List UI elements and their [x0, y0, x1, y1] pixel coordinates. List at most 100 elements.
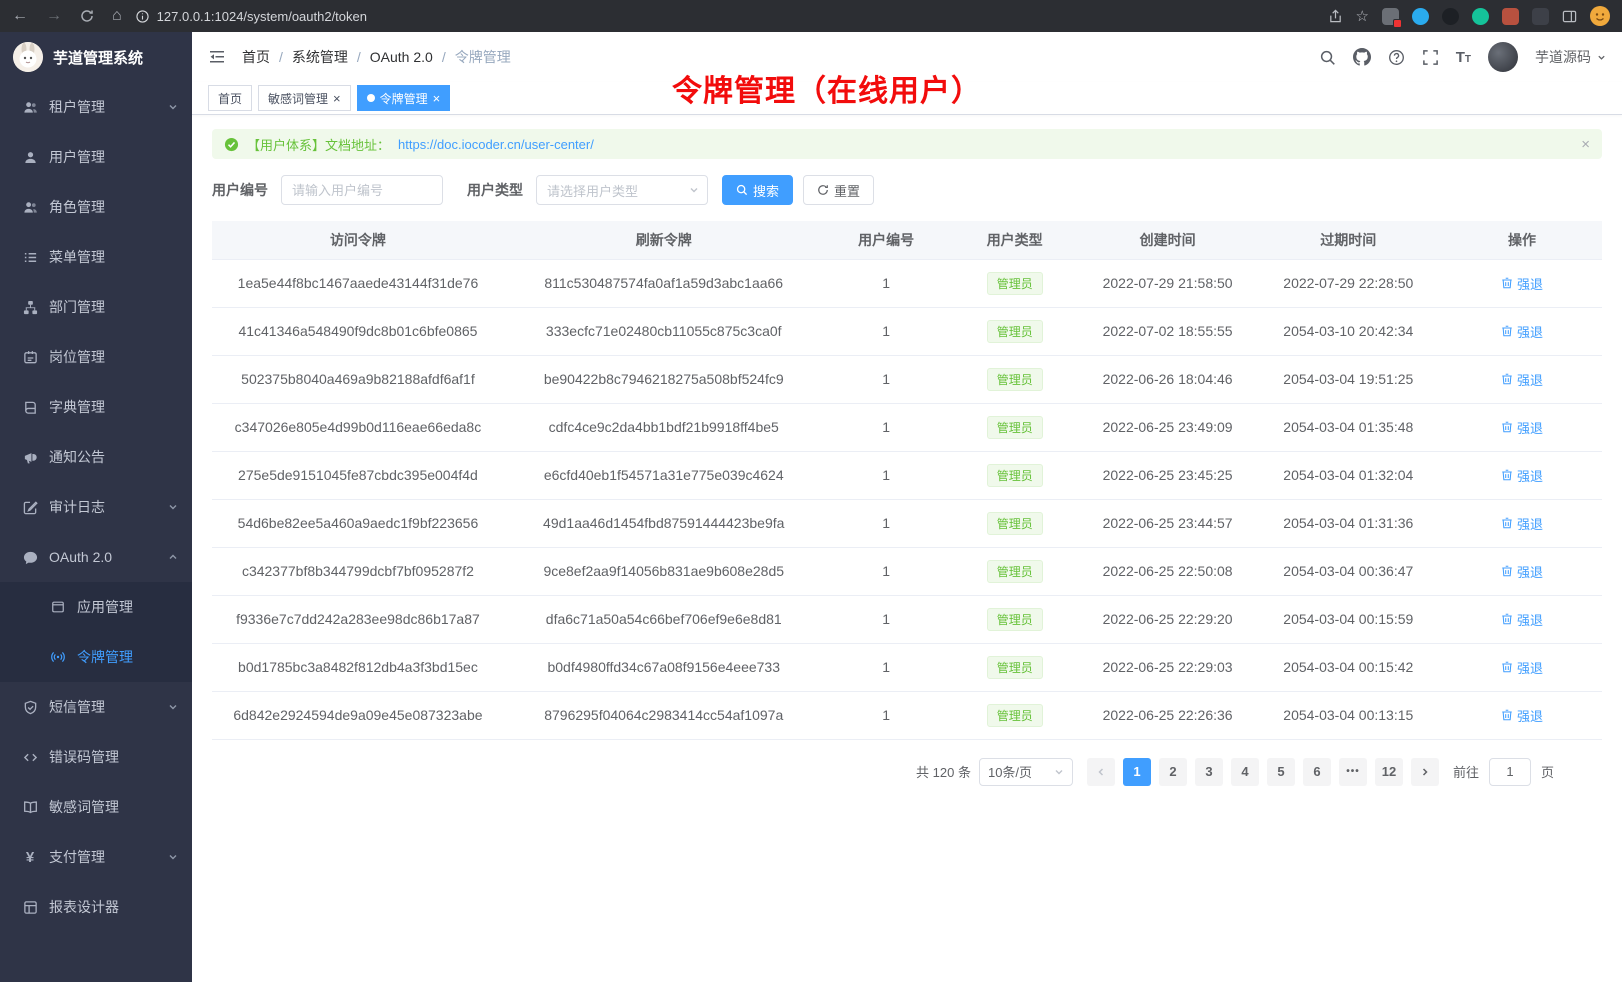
chevron-down-icon	[689, 185, 699, 195]
user-type-tag: 管理员	[987, 320, 1043, 343]
username[interactable]: 芋道源码	[1535, 47, 1606, 67]
breadcrumb-home[interactable]: 首页	[242, 47, 270, 67]
home-button[interactable]: ⌂	[112, 8, 122, 24]
page-button-3[interactable]: 3	[1195, 758, 1223, 786]
page-button-5[interactable]: 5	[1267, 758, 1295, 786]
tab-token[interactable]: 令牌管理×	[357, 85, 451, 111]
table-row: c342377bf8b344799dcbf7bf095287f29ce8ef2a…	[212, 547, 1602, 595]
sidebar-item-audit-log[interactable]: 审计日志	[0, 482, 192, 532]
force-logout-button[interactable]: 强退	[1501, 370, 1543, 389]
sidebar-item-dept[interactable]: 部门管理	[0, 282, 192, 332]
sidebar-item-report-designer[interactable]: 报表设计器	[0, 882, 192, 932]
forward-button[interactable]: →	[46, 8, 62, 24]
sidebar-item-user[interactable]: 用户管理	[0, 132, 192, 182]
col-user-id: 用户编号	[824, 221, 949, 259]
force-logout-button[interactable]: 强退	[1501, 706, 1543, 725]
page-button-12[interactable]: 12	[1375, 758, 1403, 786]
extension-icon-5[interactable]	[1502, 8, 1519, 25]
extension-icon-2[interactable]	[1412, 8, 1429, 25]
doc-link[interactable]: https://doc.iocoder.cn/user-center/	[398, 137, 594, 152]
collapse-sidebar-icon[interactable]	[208, 48, 226, 66]
more-pages-button[interactable]: •••	[1339, 758, 1367, 786]
sidebar-item-sensitive-word[interactable]: 敏感词管理	[0, 782, 192, 832]
sidebar-item-oauth2-app[interactable]: 应用管理	[0, 582, 192, 632]
sidebar-item-notice[interactable]: 通知公告	[0, 432, 192, 482]
app-logo[interactable]: 芋道管理系统	[0, 32, 192, 82]
tab-sensitive-word[interactable]: 敏感词管理×	[258, 85, 351, 111]
sidebar-item-role[interactable]: 角色管理	[0, 182, 192, 232]
user-type-tag: 管理员	[987, 368, 1043, 391]
sidebar-item-dict[interactable]: 字典管理	[0, 382, 192, 432]
col-user-type: 用户类型	[949, 221, 1081, 259]
user-type-select[interactable]: 请选择用户类型	[536, 175, 708, 205]
force-logout-button[interactable]: 强退	[1501, 610, 1543, 629]
sidebar-item-oauth2-token[interactable]: 令牌管理	[0, 632, 192, 682]
extension-icon-4[interactable]	[1472, 8, 1489, 25]
code-icon	[22, 750, 38, 765]
page-button-6[interactable]: 6	[1303, 758, 1331, 786]
breadcrumb-system[interactable]: 系统管理	[292, 47, 348, 67]
force-logout-button[interactable]: 强退	[1501, 274, 1543, 293]
force-logout-button[interactable]: 强退	[1501, 658, 1543, 677]
browser-chrome: ← → ⌂ 127.0.0.1:1024/system/oauth2/token…	[0, 0, 1622, 32]
extension-icon-3[interactable]	[1442, 8, 1459, 25]
trash-icon	[1501, 469, 1513, 481]
github-icon[interactable]	[1353, 48, 1371, 66]
reload-button[interactable]	[80, 9, 94, 23]
chevron-down-icon	[168, 852, 178, 862]
annotation-text: 令牌管理（在线用户）	[672, 66, 982, 110]
force-logout-button[interactable]: 强退	[1501, 418, 1543, 437]
search-icon[interactable]	[1319, 49, 1336, 66]
token-table: 访问令牌 刷新令牌 用户编号 用户类型 创建时间 过期时间 操作 1ea5e44…	[212, 221, 1602, 740]
address-bar[interactable]: 127.0.0.1:1024/system/oauth2/token	[136, 9, 1314, 24]
extension-icon-1[interactable]	[1382, 8, 1399, 25]
col-refresh-token: 刷新令牌	[504, 221, 824, 259]
page-button-4[interactable]: 4	[1231, 758, 1259, 786]
share-icon[interactable]	[1328, 9, 1343, 24]
user-avatar[interactable]	[1488, 42, 1518, 72]
force-logout-button[interactable]: 强退	[1501, 322, 1543, 341]
profile-avatar[interactable]	[1590, 6, 1610, 26]
user-id-input[interactable]	[281, 175, 443, 205]
sidebar-item-tenant[interactable]: 租户管理	[0, 82, 192, 132]
side-panel-icon[interactable]	[1562, 9, 1577, 24]
layout-icon	[22, 900, 38, 915]
site-info-icon[interactable]	[136, 10, 149, 23]
app-shell: 芋道管理系统 租户管理 用户管理 角色管理 菜单管理 部门管理 岗位管理	[0, 32, 1622, 982]
extension-icon-6[interactable]	[1532, 8, 1549, 25]
user-type-label: 用户类型	[467, 180, 523, 200]
breadcrumb-oauth2[interactable]: OAuth 2.0	[370, 49, 433, 65]
sidebar-item-menu[interactable]: 菜单管理	[0, 232, 192, 282]
goto-page-input[interactable]	[1489, 758, 1531, 786]
help-icon[interactable]	[1388, 49, 1405, 66]
sidebar-item-sms[interactable]: 短信管理	[0, 682, 192, 732]
sidebar-item-error-code[interactable]: 错误码管理	[0, 732, 192, 782]
page-size-select[interactable]: 10条/页	[979, 758, 1073, 786]
main-area: 首页 / 系统管理 / OAuth 2.0 / 令牌管理 TT 芋道源码 首页 …	[192, 32, 1622, 982]
search-button[interactable]: 搜索	[722, 175, 793, 205]
page-button-1[interactable]: 1	[1123, 758, 1151, 786]
fullscreen-icon[interactable]	[1422, 49, 1439, 66]
font-size-icon[interactable]: TT	[1456, 49, 1471, 66]
user-type-tag: 管理员	[987, 704, 1043, 727]
prev-page-button[interactable]	[1087, 758, 1115, 786]
back-button[interactable]: ←	[12, 8, 28, 24]
page-button-2[interactable]: 2	[1159, 758, 1187, 786]
reset-button[interactable]: 重置	[803, 175, 874, 205]
sidebar-item-oauth2[interactable]: OAuth 2.0	[0, 532, 192, 582]
force-logout-button[interactable]: 强退	[1501, 514, 1543, 533]
bookmark-star-icon[interactable]: ☆	[1356, 7, 1369, 25]
doc-alert: 【用户体系】文档地址： https://doc.iocoder.cn/user-…	[212, 129, 1602, 159]
tab-home[interactable]: 首页	[208, 85, 252, 111]
force-logout-button[interactable]: 强退	[1501, 466, 1543, 485]
next-page-button[interactable]	[1411, 758, 1439, 786]
sidebar-item-pay[interactable]: ¥ 支付管理	[0, 832, 192, 882]
close-icon[interactable]: ×	[433, 92, 441, 105]
alert-close-icon[interactable]: ×	[1581, 136, 1590, 153]
force-logout-button[interactable]: 强退	[1501, 562, 1543, 581]
trash-icon	[1501, 325, 1513, 337]
sidebar-item-post[interactable]: 岗位管理	[0, 332, 192, 382]
close-icon[interactable]: ×	[333, 92, 341, 105]
trash-icon	[1501, 421, 1513, 433]
page-content: 【用户体系】文档地址： https://doc.iocoder.cn/user-…	[192, 115, 1622, 982]
